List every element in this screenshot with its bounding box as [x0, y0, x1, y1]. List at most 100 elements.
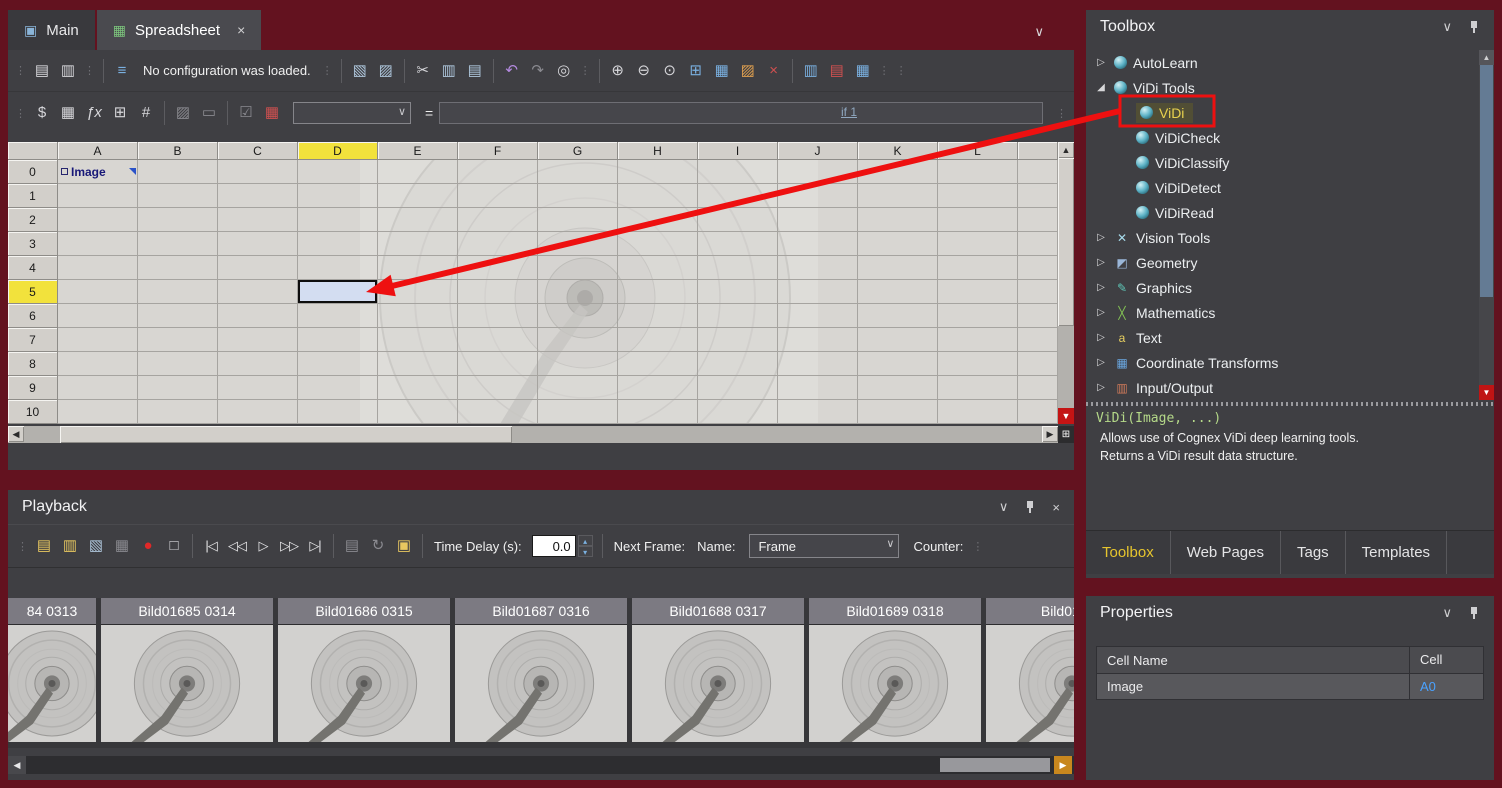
- row-header-3[interactable]: 3: [8, 232, 58, 256]
- cell-E10[interactable]: [378, 400, 458, 424]
- row-header-5[interactable]: 5: [8, 280, 58, 304]
- cell-J10[interactable]: [778, 400, 858, 424]
- cell-C8[interactable]: [218, 352, 298, 376]
- cell-H5[interactable]: [618, 280, 698, 304]
- cell-L10[interactable]: [938, 400, 1018, 424]
- open-images-icon[interactable]: ▤: [31, 533, 57, 559]
- frame-thumbnail[interactable]: [8, 624, 96, 742]
- paste-frame-icon[interactable]: ▤: [339, 533, 365, 559]
- expand-icon[interactable]: ▷: [1094, 332, 1108, 343]
- tab-web-pages[interactable]: Web Pages: [1171, 531, 1281, 574]
- new-list-icon[interactable]: □: [161, 533, 187, 559]
- last-frame-button[interactable]: ▷|: [302, 533, 328, 559]
- import-spreadsheet-icon[interactable]: ▨: [373, 58, 399, 84]
- cell-L6[interactable]: [938, 304, 1018, 328]
- cell-H3[interactable]: [618, 232, 698, 256]
- column-header-F[interactable]: F: [458, 142, 538, 160]
- cell-A10[interactable]: [58, 400, 138, 424]
- configuration-list-icon[interactable]: ≡: [109, 58, 135, 84]
- cell-J1[interactable]: [778, 184, 858, 208]
- toolbar-grip[interactable]: ⋮: [17, 540, 28, 553]
- toolbox-item-vidiread[interactable]: ViDiRead: [1086, 200, 1478, 225]
- cell-I5[interactable]: [698, 280, 778, 304]
- row-header-6[interactable]: 6: [8, 304, 58, 328]
- format-currency-icon[interactable]: $: [29, 100, 55, 126]
- expand-icon[interactable]: ▷: [1094, 57, 1108, 68]
- property-cell-link[interactable]: A0: [1409, 674, 1483, 699]
- cell-D10[interactable]: [298, 400, 378, 424]
- playback-scrollbar[interactable]: ◀ ▶: [8, 756, 1074, 774]
- cell-E8[interactable]: [378, 352, 458, 376]
- cell-F1[interactable]: [458, 184, 538, 208]
- cell-E7[interactable]: [378, 328, 458, 352]
- filmstrip-frame[interactable]: 84 0313: [8, 598, 96, 748]
- column-header-E[interactable]: E: [378, 142, 458, 160]
- toolbox-item-graphics[interactable]: ▷✎Graphics: [1086, 275, 1478, 300]
- toolbox-item-vision-tools[interactable]: ▷✕Vision Tools: [1086, 225, 1478, 250]
- cell-E3[interactable]: [378, 232, 458, 256]
- cell-F9[interactable]: [458, 376, 538, 400]
- cell-F8[interactable]: [458, 352, 538, 376]
- zoom-window-icon[interactable]: ▦: [709, 58, 735, 84]
- spin-up-button[interactable]: ▴: [578, 535, 593, 546]
- toolbox-item-vidi[interactable]: ViDi: [1086, 100, 1478, 125]
- zoom-out-icon[interactable]: ⊖: [631, 58, 657, 84]
- expand-icon[interactable]: ▷: [1094, 257, 1108, 268]
- cell-G7[interactable]: [538, 328, 618, 352]
- filmstrip-frame[interactable]: Bild01685 0314: [101, 598, 273, 748]
- cell-B8[interactable]: [138, 352, 218, 376]
- expand-icon[interactable]: ▷: [1094, 382, 1108, 393]
- cell-B0[interactable]: [138, 160, 218, 184]
- row-header-8[interactable]: 8: [8, 352, 58, 376]
- checkbox-grid-icon[interactable]: ☑: [233, 100, 259, 126]
- cell-H8[interactable]: [618, 352, 698, 376]
- cell-A9[interactable]: [58, 376, 138, 400]
- grid-corner[interactable]: [8, 142, 58, 160]
- cell-C2[interactable]: [218, 208, 298, 232]
- cell-F10[interactable]: [458, 400, 538, 424]
- playback-scroll-thumb[interactable]: [940, 758, 1050, 772]
- scroll-up-icon[interactable]: ▲: [1479, 50, 1494, 65]
- row-header-7[interactable]: 7: [8, 328, 58, 352]
- insert-row-icon[interactable]: ▦: [850, 58, 876, 84]
- collapse-panel-icon[interactable]: ∨: [1442, 605, 1452, 621]
- cell-B4[interactable]: [138, 256, 218, 280]
- zoom-reset-icon[interactable]: ⊙: [657, 58, 683, 84]
- column-header-H[interactable]: H: [618, 142, 698, 160]
- highlight-grid-icon[interactable]: ▦: [259, 100, 285, 126]
- cell-L3[interactable]: [938, 232, 1018, 256]
- cell-I0[interactable]: [698, 160, 778, 184]
- cell-E6[interactable]: [378, 304, 458, 328]
- expand-icon[interactable]: ▷: [1094, 357, 1108, 368]
- toolbar-grip[interactable]: ⋮: [15, 64, 26, 77]
- chart-icon[interactable]: ▦: [109, 533, 135, 559]
- cell-G2[interactable]: [538, 208, 618, 232]
- save-images-icon[interactable]: ▥: [57, 533, 83, 559]
- vertical-scroll-thumb[interactable]: [1058, 158, 1074, 326]
- cell-D2[interactable]: [298, 208, 378, 232]
- scroll-left-icon[interactable]: ◀: [8, 426, 24, 442]
- pin-icon[interactable]: [1468, 20, 1480, 35]
- pin-icon[interactable]: [1024, 500, 1036, 515]
- cell-A7[interactable]: [58, 328, 138, 352]
- cell-B2[interactable]: [138, 208, 218, 232]
- tab-spreadsheet[interactable]: ▦ Spreadsheet ×: [97, 10, 262, 50]
- export-frames-icon[interactable]: ▧: [83, 533, 109, 559]
- cell-H1[interactable]: [618, 184, 698, 208]
- first-frame-button[interactable]: |◁: [198, 533, 224, 559]
- comment-icon[interactable]: ▭: [196, 100, 222, 126]
- cell-I1[interactable]: [698, 184, 778, 208]
- paste-icon[interactable]: ▤: [462, 58, 488, 84]
- cell-J6[interactable]: [778, 304, 858, 328]
- play-button[interactable]: ▷: [250, 533, 276, 559]
- frame-thumbnail[interactable]: [278, 624, 450, 742]
- cell-E2[interactable]: [378, 208, 458, 232]
- cell-E4[interactable]: [378, 256, 458, 280]
- cell-K2[interactable]: [858, 208, 938, 232]
- cell-D5[interactable]: [298, 280, 378, 304]
- next-frame-button[interactable]: ▷▷: [276, 533, 302, 559]
- toolbar-overflow-icon[interactable]: ⋮: [972, 540, 983, 553]
- time-delay-input[interactable]: [532, 535, 576, 557]
- cell-F7[interactable]: [458, 328, 538, 352]
- cell-I6[interactable]: [698, 304, 778, 328]
